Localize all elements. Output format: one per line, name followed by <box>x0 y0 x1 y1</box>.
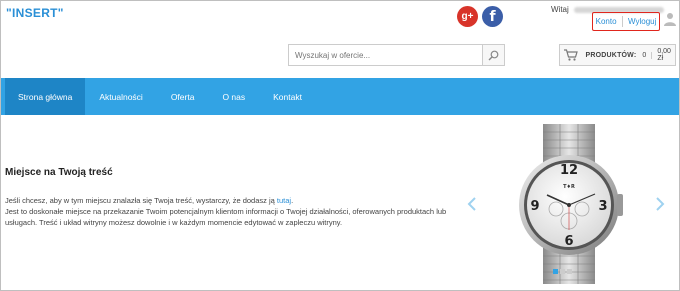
main-nav: Strona główna Aktualności Oferta O nas K… <box>1 78 679 115</box>
slider-dots <box>553 269 572 274</box>
slider-dot[interactable] <box>567 269 572 274</box>
slider-next-arrow[interactable] <box>654 196 666 212</box>
hero-text-part1: Jeśli chcesz, aby w tym miejscu znalazła… <box>5 196 277 205</box>
facebook-icon[interactable]: f <box>482 6 503 27</box>
watch-image: 12 3 6 9 T♦R <box>519 124 623 284</box>
slider-dot[interactable] <box>560 269 565 274</box>
account-link[interactable]: Konto <box>596 17 617 26</box>
dial-number-9: 9 <box>530 199 539 214</box>
hero-title: Miejsce na Twoją treść <box>5 167 113 178</box>
cart-total: 0,00 Zł <box>657 48 671 62</box>
cart-count: 0 <box>642 51 653 59</box>
search-input[interactable] <box>289 45 482 65</box>
dial-number-6: 6 <box>564 234 573 249</box>
slider-prev-arrow[interactable] <box>466 196 478 212</box>
greeting-text: Witaj <box>551 5 569 14</box>
user-icon[interactable] <box>664 12 676 26</box>
dial-number-12: 12 <box>560 163 578 178</box>
search-bar <box>288 44 505 66</box>
site-logo[interactable]: "INSERT" <box>6 6 64 20</box>
logout-link[interactable]: Wyloguj <box>628 17 656 26</box>
slider-dot[interactable] <box>553 269 558 274</box>
hero-text: Jeśli chcesz, aby w tym miejscu znalazła… <box>5 195 455 228</box>
hero-text-line2: Jest to doskonałe miejsce na przekazanie… <box>5 207 447 227</box>
nav-item-news[interactable]: Aktualności <box>85 78 156 115</box>
search-button[interactable] <box>482 45 504 65</box>
dial-number-3: 3 <box>598 199 607 214</box>
search-icon <box>488 50 499 60</box>
google-plus-icon[interactable]: g+ <box>457 6 478 27</box>
cart-summary[interactable]: PRODUKTÓW: 0 0,00 Zł <box>559 44 676 66</box>
watch-brand: T♦R <box>563 184 575 190</box>
nav-item-about[interactable]: O nas <box>208 78 259 115</box>
hero-text-part2: . <box>291 196 294 205</box>
nav-item-offer[interactable]: Oferta <box>157 78 209 115</box>
nav-item-home[interactable]: Strona główna <box>5 78 86 115</box>
hero-link[interactable]: tutaj <box>277 196 291 205</box>
account-links: Konto Wyloguj <box>592 12 660 31</box>
nav-item-contact[interactable]: Kontakt <box>259 78 316 115</box>
cart-label: PRODUKTÓW: <box>585 51 637 59</box>
link-divider <box>621 16 623 27</box>
cart-icon <box>563 49 580 61</box>
